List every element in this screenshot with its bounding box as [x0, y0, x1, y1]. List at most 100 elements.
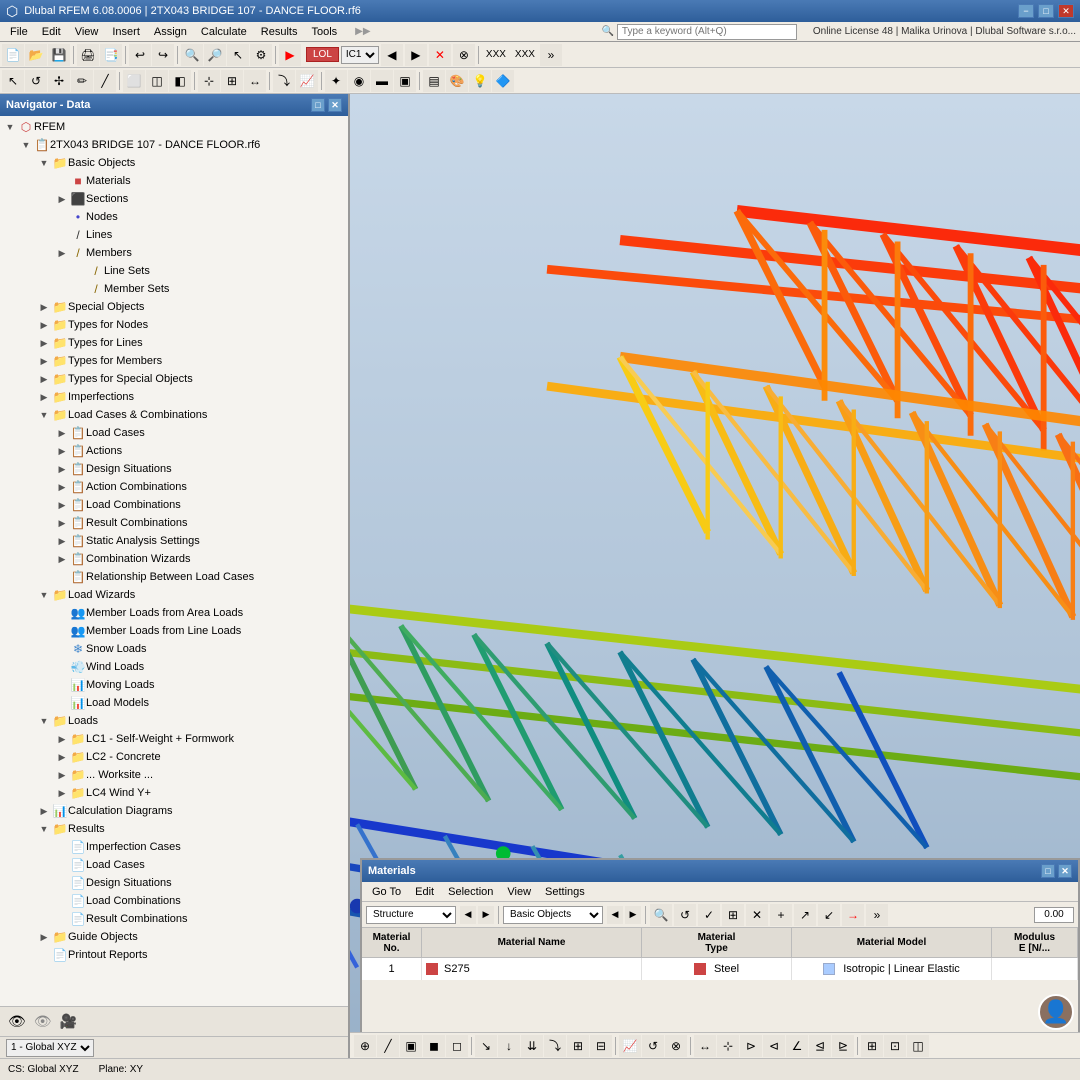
tree-calc-diag[interactable]: ▶ 📊 Calculation Diagrams [0, 802, 348, 820]
tb2-panel[interactable]: ▤ [423, 70, 445, 92]
tb2-color[interactable]: 🎨 [446, 70, 468, 92]
tree-expand-project[interactable]: ▼ [18, 136, 34, 154]
tree-comb-wizard[interactable]: ▶ 📋 Combination Wizards [0, 550, 348, 568]
tree-res-design-sit[interactable]: 📄 Design Situations [0, 874, 348, 892]
tb-print[interactable]: 🖨 [77, 44, 99, 66]
tb-undo[interactable]: ↩ [129, 44, 151, 66]
expand-rrcomb[interactable] [54, 910, 70, 928]
tree-lines[interactable]: / Lines [0, 226, 348, 244]
tb-run[interactable]: ▶ [279, 44, 301, 66]
mat-delete[interactable]: ✕ [746, 904, 768, 926]
mat-value-input[interactable]: 0.00 [1034, 907, 1074, 923]
btb-dim5[interactable]: ∠ [786, 1035, 808, 1057]
mat-structure-select[interactable]: Structure [366, 906, 456, 924]
tree-result-comb[interactable]: ▶ 📋 Result Combinations [0, 514, 348, 532]
expand-wind[interactable] [54, 658, 70, 676]
mat-bo-prev[interactable]: ◀ [607, 906, 623, 924]
mat-basic-objects-select[interactable]: Basic Objects [503, 906, 603, 924]
expand-moving[interactable] [54, 676, 70, 694]
tb2-load[interactable]: ⤵ [273, 70, 295, 92]
nav-undock-btn[interactable]: □ [311, 98, 325, 112]
mat-menu-selection[interactable]: Selection [442, 885, 499, 899]
tree-action-comb[interactable]: ▶ 📋 Action Combinations [0, 478, 348, 496]
mat-import[interactable]: ↙ [818, 904, 840, 926]
tb2-view3[interactable]: ◧ [169, 70, 191, 92]
btb-node[interactable]: ⊕ [354, 1035, 376, 1057]
expand-actions[interactable]: ▶ [54, 442, 70, 460]
tree-members[interactable]: ▶ / Members [0, 244, 348, 262]
menu-view[interactable]: View [69, 25, 105, 39]
tb2-line[interactable]: ╱ [94, 70, 116, 92]
tb2-view1[interactable]: ⬜ [123, 70, 145, 92]
expand-lcases[interactable]: ▶ [54, 424, 70, 442]
tree-lc3[interactable]: ▶ 📁 ... Worksite ... [0, 766, 348, 784]
menu-tools[interactable]: Tools [305, 25, 343, 39]
expand-lc3[interactable]: ▶ [54, 766, 70, 784]
tb-select[interactable]: ↖ [227, 44, 249, 66]
tree-types-nodes[interactable]: ▶ 📁 Types for Nodes [0, 316, 348, 334]
expand-lines[interactable] [54, 226, 70, 244]
nav-close-btn[interactable]: ✕ [328, 98, 342, 112]
tree-member-line[interactable]: 👥 Member Loads from Line Loads [0, 622, 348, 640]
expand-tnodes[interactable]: ▶ [36, 316, 52, 334]
maximize-btn[interactable]: □ [1038, 4, 1054, 18]
mat-menu-edit[interactable]: Edit [409, 885, 440, 899]
tree-rfem-root[interactable]: ▼ ⬡ RFEM [0, 118, 348, 136]
tree-lc4[interactable]: ▶ 📁 LC4 Wind Y+ [0, 784, 348, 802]
tree-res-result-comb[interactable]: 📄 Result Combinations [0, 910, 348, 928]
tb-redo[interactable]: ↪ [152, 44, 174, 66]
tb-prev-lc[interactable]: ◀ [381, 44, 403, 66]
expand-lc2[interactable]: ▶ [54, 748, 70, 766]
tb-zoom-out[interactable]: 🔎 [204, 44, 226, 66]
tree-guide-objects[interactable]: ▶ 📁 Guide Objects [0, 928, 348, 946]
expand-loadcomb[interactable]: ▼ [36, 406, 52, 424]
tree-design-sit[interactable]: ▶ 📋 Design Situations [0, 460, 348, 478]
tree-imperf-cases[interactable]: 📄 Imperfection Cases [0, 838, 348, 856]
expand-rlcases[interactable] [54, 856, 70, 874]
tb2-member[interactable]: ▬ [371, 70, 393, 92]
tb-save[interactable]: 💾 [48, 44, 70, 66]
btb-snap3[interactable]: ◫ [907, 1035, 929, 1057]
mat-refresh[interactable]: ↺ [674, 904, 696, 926]
expand-lcomb[interactable]: ▶ [54, 496, 70, 514]
tb2-view2[interactable]: ◫ [146, 70, 168, 92]
tb2-grid[interactable]: ⊞ [221, 70, 243, 92]
expand-imperf[interactable]: ▶ [36, 388, 52, 406]
tree-project[interactable]: ▼ 📋 2TX043 BRIDGE 107 - DANCE FLOOR.rf6 [0, 136, 348, 154]
tree-lc1[interactable]: ▶ 📁 LC1 - Self-Weight + Formwork [0, 730, 348, 748]
btb-surface[interactable]: ▣ [400, 1035, 422, 1057]
tree-expand-rfem[interactable]: ▼ [2, 118, 18, 136]
expand-marea[interactable] [54, 604, 70, 622]
btb-load6[interactable]: ⊟ [590, 1035, 612, 1057]
btb-dim7[interactable]: ⊵ [832, 1035, 854, 1057]
mat-check[interactable]: ✓ [698, 904, 720, 926]
menu-assign[interactable]: Assign [148, 25, 193, 39]
btb-snap2[interactable]: ⊡ [884, 1035, 906, 1057]
btb-line[interactable]: ╱ [377, 1035, 399, 1057]
tb-pdf[interactable]: 📑 [100, 44, 122, 66]
expand-members[interactable]: ▶ [54, 244, 70, 262]
btb-dim1[interactable]: ↔ [694, 1035, 716, 1057]
menu-edit[interactable]: Edit [36, 25, 67, 39]
btb-result3[interactable]: ⊗ [665, 1035, 687, 1057]
mat-export[interactable]: ↗ [794, 904, 816, 926]
expand-loads[interactable]: ▼ [36, 712, 52, 730]
menu-file[interactable]: File [4, 25, 34, 39]
tree-line-sets[interactable]: / Line Sets [0, 262, 348, 280]
expand-sections[interactable]: ▶ [54, 190, 70, 208]
search-input[interactable] [617, 24, 797, 40]
mat-menu-goto[interactable]: Go To [366, 885, 407, 899]
tree-results[interactable]: ▼ 📁 Results [0, 820, 348, 838]
mat-filter[interactable]: 🔍 [650, 904, 672, 926]
nav-icon-eye-off[interactable]: 👁 [34, 1013, 52, 1030]
expand-tmembers[interactable]: ▶ [36, 352, 52, 370]
tb2-section[interactable]: ✦ [325, 70, 347, 92]
expand-lwiz[interactable]: ▼ [36, 586, 52, 604]
expand-printout[interactable] [36, 946, 52, 964]
btb-load4[interactable]: ⤵ [544, 1035, 566, 1057]
minimize-btn[interactable]: − [1018, 4, 1034, 18]
table-row[interactable]: 1 S275 Steel Isotropic | Linear Elastic [362, 958, 1078, 980]
mat-menu-settings[interactable]: Settings [539, 885, 591, 899]
mat-header-buttons[interactable]: □ ✕ [1041, 864, 1072, 878]
tb-next-lc[interactable]: ▶ [405, 44, 427, 66]
